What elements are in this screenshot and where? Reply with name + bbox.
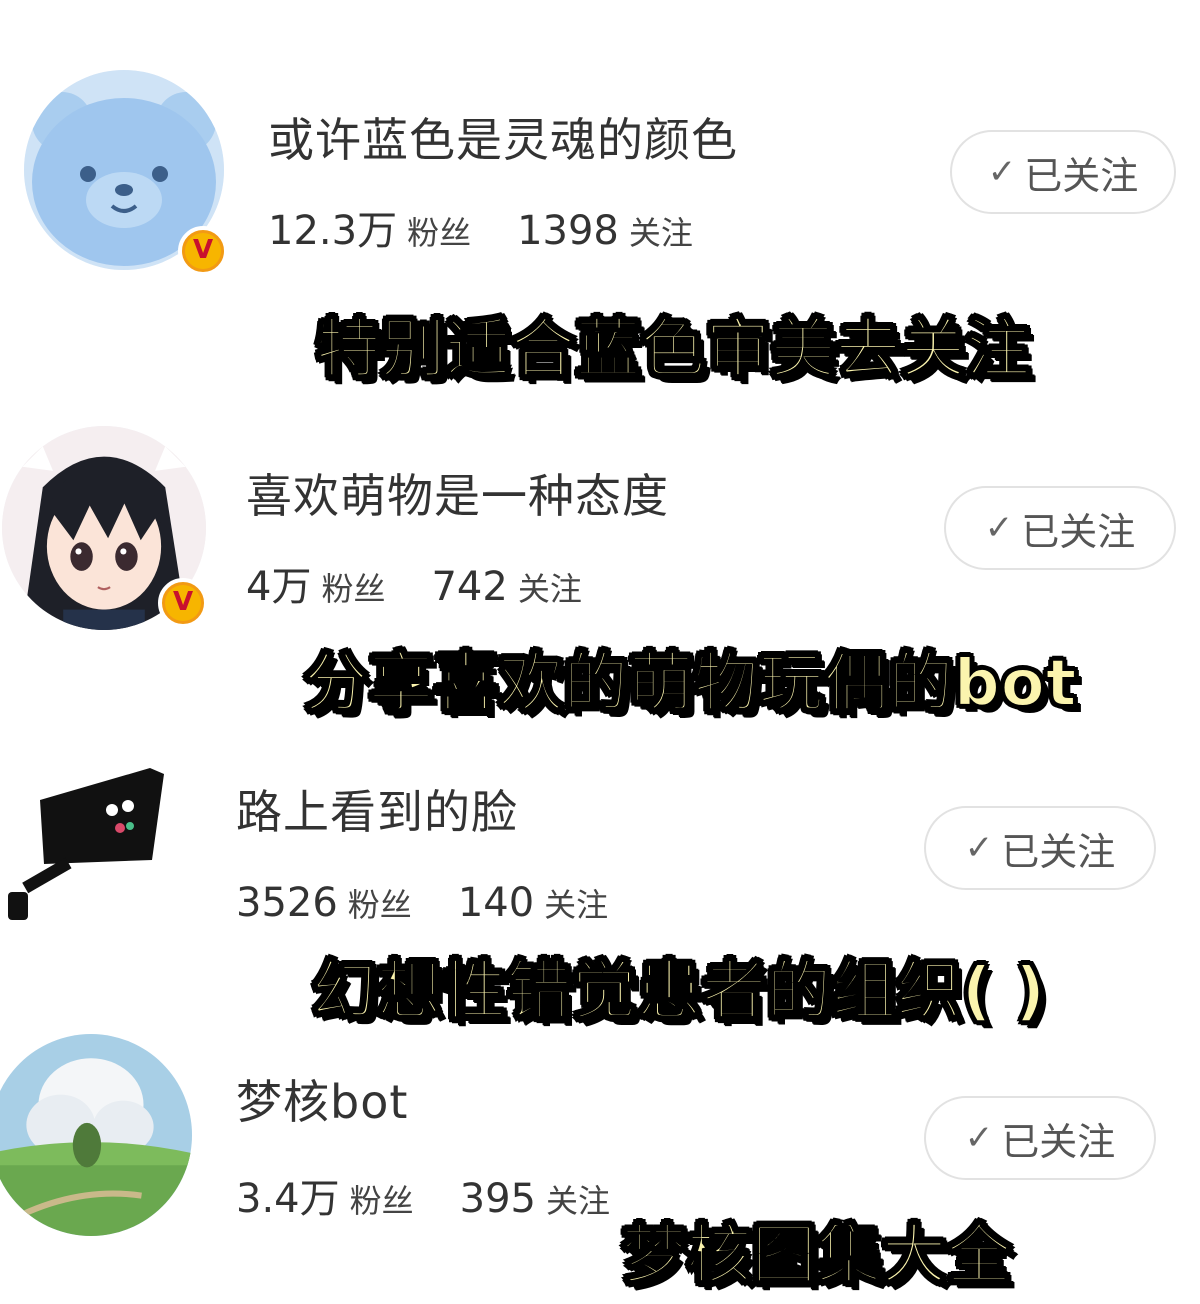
following-label: 关注: [628, 214, 693, 252]
following-label: 关注: [517, 570, 582, 608]
account-name[interactable]: 喜欢萌物是一种态度: [246, 460, 669, 526]
verified-badge-icon: V: [178, 226, 228, 276]
check-icon: ✓: [964, 828, 994, 868]
check-icon: ✓: [984, 508, 1014, 548]
avatar[interactable]: [0, 760, 190, 950]
account-stats: 4万 粉丝 742 关注: [246, 554, 628, 612]
caption-overlay: 梦核图集大全: [621, 1218, 1012, 1294]
account-row[interactable]: 梦核bot 3.4万 粉丝 395 关注 ✓ 已关注: [0, 1020, 1200, 1240]
followed-button[interactable]: ✓ 已关注: [944, 486, 1176, 570]
following-label: 关注: [546, 1182, 611, 1220]
following-count: 395: [459, 1176, 536, 1222]
fans-count: 12.3万: [268, 208, 398, 254]
account-row[interactable]: V 喜欢萌物是一种态度 4万 粉丝 742 关注 ✓ 已关注: [0, 400, 1200, 640]
dreamcore-landscape-avatar-image: [0, 1034, 192, 1236]
account-name[interactable]: 梦核bot: [236, 1066, 408, 1132]
verified-badge-icon: V: [158, 578, 208, 628]
avatar[interactable]: [0, 1034, 192, 1236]
caption-overlay: 幻想性错觉患者的组织( ): [311, 954, 1046, 1030]
following-count: 742: [431, 564, 508, 610]
security-camera-avatar-image: [0, 760, 190, 950]
fans-label: 粉丝: [347, 886, 412, 924]
check-icon: ✓: [987, 152, 1017, 192]
caption-overlay: 分享喜欢的萌物玩偶的bot: [303, 646, 1078, 722]
followed-button[interactable]: ✓ 已关注: [924, 1096, 1156, 1180]
fans-count: 4万: [246, 564, 312, 610]
fans-count: 3.4万: [236, 1176, 340, 1222]
check-icon: ✓: [964, 1118, 994, 1158]
account-name[interactable]: 或许蓝色是灵魂的颜色: [268, 104, 738, 170]
fans-count: 3526: [236, 880, 338, 926]
fans-label: 粉丝: [349, 1182, 414, 1220]
caption-overlay: 特别适合蓝色审美去关注: [315, 312, 1031, 388]
account-stats: 3.4万 粉丝 395 关注: [236, 1166, 656, 1224]
following-label: 关注: [544, 886, 609, 924]
fans-label: 粉丝: [321, 570, 386, 608]
account-stats: 3526 粉丝 140 关注: [236, 880, 654, 926]
account-name[interactable]: 路上看到的脸: [236, 776, 518, 842]
followed-button[interactable]: ✓ 已关注: [924, 806, 1156, 890]
followed-button[interactable]: ✓ 已关注: [950, 130, 1176, 214]
account-row[interactable]: 路上看到的脸 3526 粉丝 140 关注 ✓ 已关注: [0, 740, 1200, 960]
account-stats: 12.3万 粉丝 1398 关注: [268, 198, 739, 256]
following-count: 140: [457, 880, 535, 926]
following-count: 1398: [517, 208, 619, 254]
account-row[interactable]: V 或许蓝色是灵魂的颜色 12.3万 粉丝 1398 关注 ✓ 已关注: [0, 0, 1200, 300]
fans-label: 粉丝: [407, 214, 472, 252]
